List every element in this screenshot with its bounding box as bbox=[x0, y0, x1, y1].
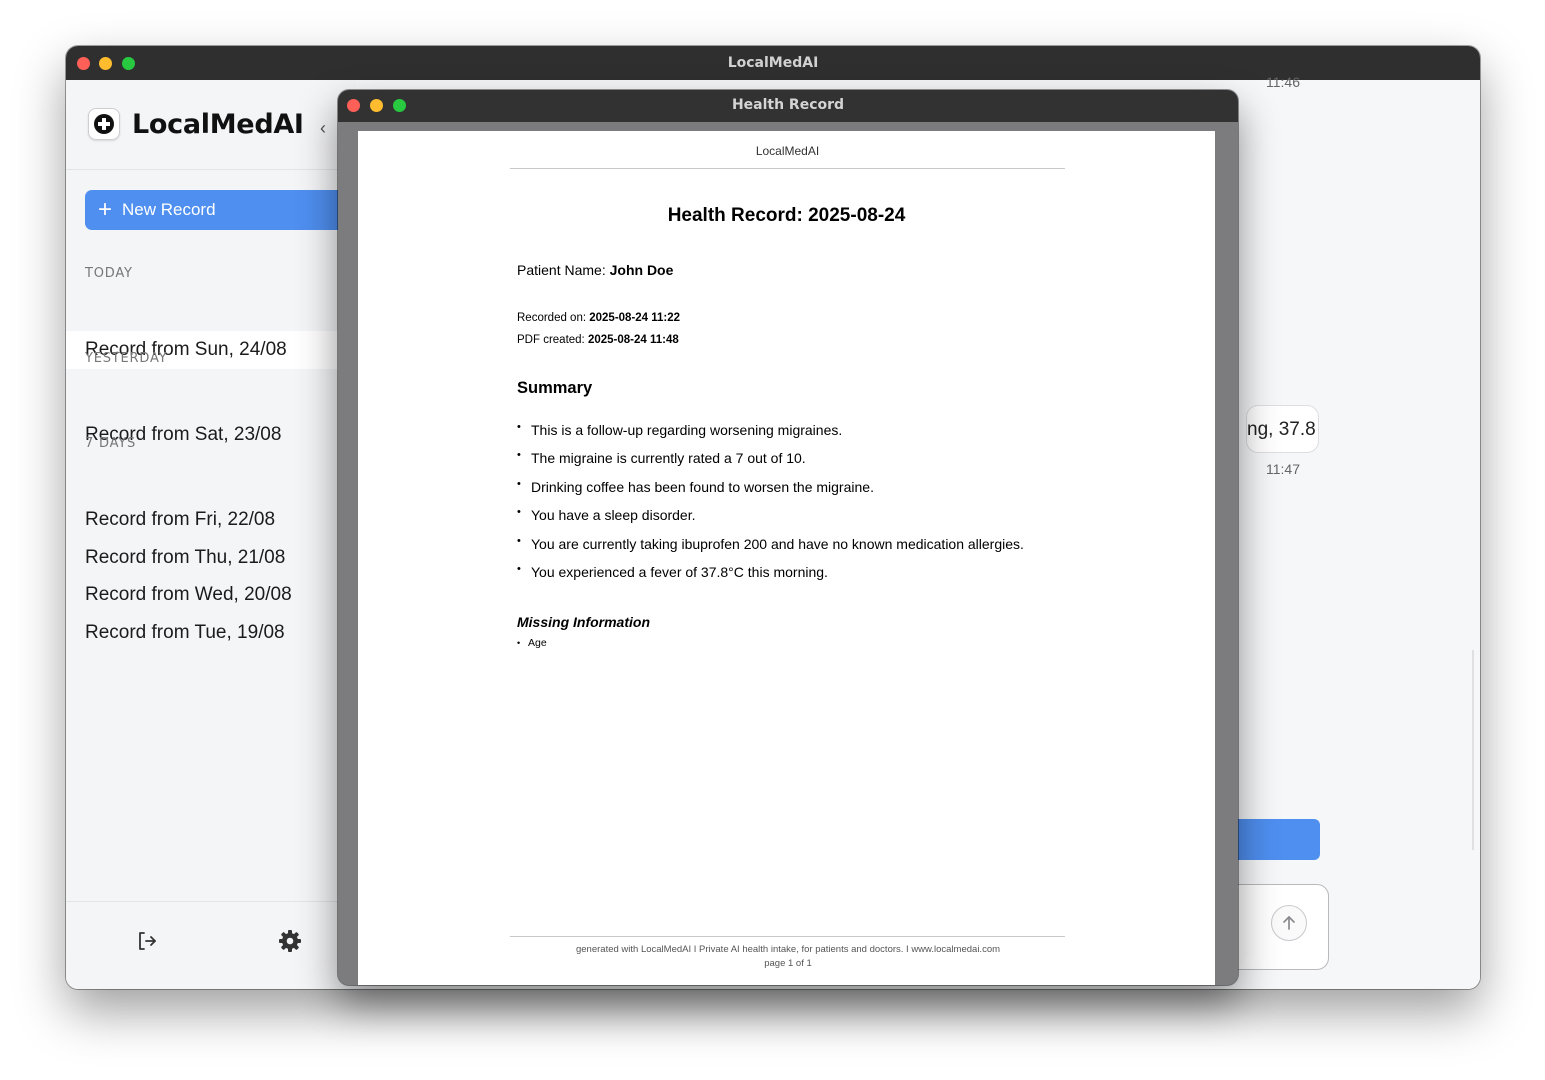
summary-item: The migraine is currently rated a 7 out … bbox=[517, 449, 1024, 478]
doc-footer-text: generated with LocalMedAI I Private AI h… bbox=[575, 944, 1001, 955]
record-item[interactable]: Record from Thu, 21/08 bbox=[66, 539, 356, 577]
close-window-button[interactable] bbox=[347, 99, 360, 112]
section-label-7-days: 7 DAYS bbox=[85, 436, 137, 451]
section-label-today: TODAY bbox=[85, 266, 133, 281]
scrollbar[interactable] bbox=[1472, 650, 1474, 850]
record-item[interactable]: Record from Wed, 20/08 bbox=[66, 576, 356, 614]
summary-list: This is a follow-up regarding worsening … bbox=[517, 421, 1024, 592]
summary-item: You experienced a fever of 37.8°C this m… bbox=[517, 563, 1024, 592]
new-record-label: New Record bbox=[122, 200, 216, 219]
pdf-titlebar: Health Record bbox=[338, 90, 1238, 122]
recorded-on-value: 2025-08-24 11:22 bbox=[589, 312, 681, 324]
primary-action-button[interactable] bbox=[1226, 819, 1320, 860]
logout-icon[interactable] bbox=[136, 930, 158, 957]
summary-heading: Summary bbox=[517, 379, 593, 397]
summary-item: You are currently taking ibuprofen 200 a… bbox=[517, 535, 1024, 564]
missing-info-item: Age bbox=[517, 637, 547, 649]
medical-cross-icon bbox=[88, 108, 120, 140]
doc-title: Health Record: 2025-08-24 bbox=[667, 205, 906, 226]
message-text: ng, 37.8 bbox=[1247, 419, 1316, 440]
pdf-viewer-window: Health Record LocalMedAI Health Record: … bbox=[338, 90, 1238, 985]
summary-item: Drinking coffee has been found to worsen… bbox=[517, 478, 1024, 507]
pdf-created-label: PDF created: bbox=[517, 334, 588, 346]
doc-header-divider bbox=[510, 168, 1065, 169]
sidebar-footer-divider bbox=[66, 901, 356, 902]
doc-header: LocalMedAI bbox=[755, 144, 820, 158]
pdf-window-title: Health Record bbox=[731, 97, 845, 113]
minimize-window-button[interactable] bbox=[99, 57, 112, 70]
summary-item: You have a sleep disorder. bbox=[517, 506, 1024, 535]
window-title: LocalMedAI bbox=[727, 55, 819, 71]
zoom-window-button[interactable] bbox=[122, 57, 135, 70]
minimize-window-button[interactable] bbox=[370, 99, 383, 112]
pdf-created-row: PDF created: 2025-08-24 11:48 bbox=[517, 334, 679, 346]
brand-name: LocalMedAI bbox=[132, 108, 304, 140]
record-item[interactable]: Record from Fri, 22/08 bbox=[66, 501, 356, 539]
message-timestamp: 11:47 bbox=[1266, 461, 1300, 477]
patient-name-row: Patient Name: John Doe bbox=[517, 262, 673, 278]
close-window-button[interactable] bbox=[77, 57, 90, 70]
doc-footer: generated with LocalMedAI I Private AI h… bbox=[498, 943, 1078, 971]
new-record-button[interactable]: + New Record bbox=[85, 190, 365, 230]
message-timestamp: 11:46 bbox=[1266, 74, 1300, 90]
missing-info-heading: Missing Information bbox=[517, 614, 650, 630]
brand: LocalMedAI bbox=[88, 108, 304, 140]
recorded-on-label: Recorded on: bbox=[517, 312, 590, 324]
recorded-on-row: Recorded on: 2025-08-24 11:22 bbox=[517, 312, 680, 324]
gear-icon[interactable] bbox=[278, 929, 302, 958]
sidebar-divider bbox=[66, 169, 356, 170]
zoom-window-button[interactable] bbox=[393, 99, 406, 112]
patient-name-label: Patient Name: bbox=[517, 262, 610, 278]
summary-item: This is a follow-up regarding worsening … bbox=[517, 421, 1024, 450]
patient-name-value: John Doe bbox=[609, 262, 674, 278]
plus-icon: + bbox=[98, 196, 113, 223]
collapse-sidebar-button[interactable]: ‹ bbox=[320, 118, 326, 139]
pdf-page: LocalMedAI Health Record: 2025-08-24 Pat… bbox=[358, 131, 1215, 985]
arrow-up-icon bbox=[1283, 916, 1295, 930]
doc-footer-divider bbox=[510, 936, 1065, 937]
send-button[interactable] bbox=[1271, 905, 1307, 941]
message-bubble: ng, 37.8 bbox=[1246, 405, 1319, 453]
page-number: page 1 of 1 bbox=[764, 958, 812, 969]
pdf-created-value: 2025-08-24 11:48 bbox=[587, 334, 679, 346]
sidebar: LocalMedAI ‹ + New Record TODAY Record f… bbox=[66, 80, 365, 989]
record-item[interactable]: Record from Tue, 19/08 bbox=[66, 614, 356, 652]
section-label-yesterday: YESTERDAY bbox=[85, 351, 168, 366]
